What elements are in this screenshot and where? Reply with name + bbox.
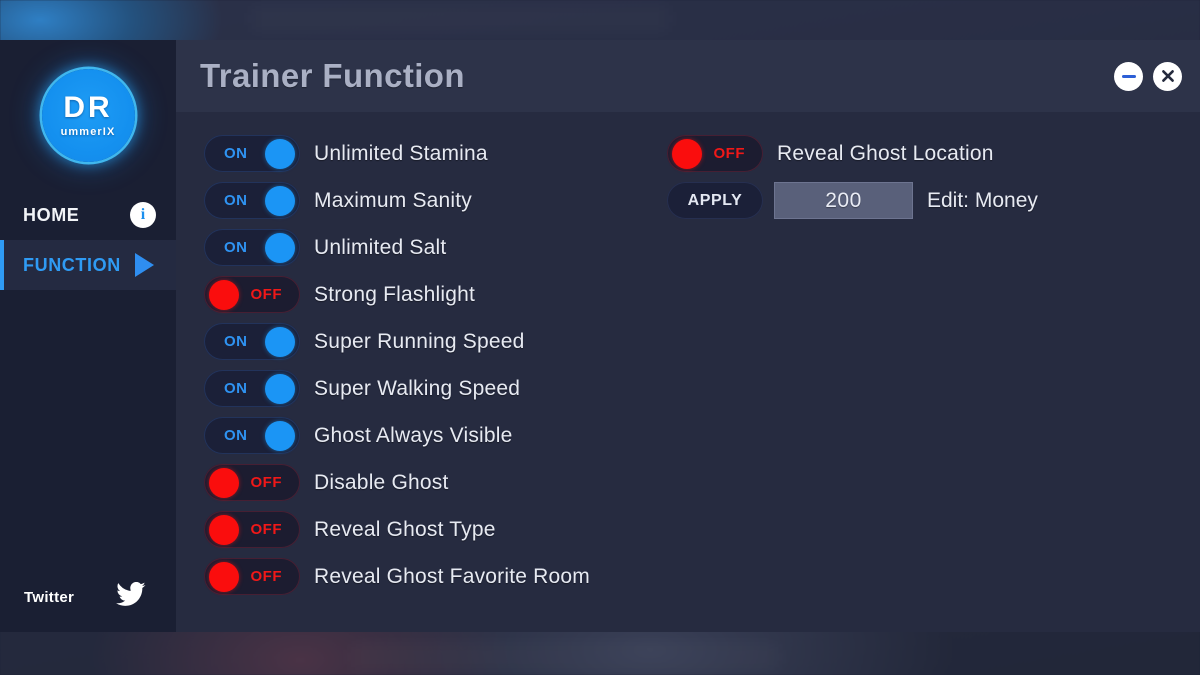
toggle-reveal-ghost-favorite-room[interactable]: OFF	[204, 558, 300, 595]
toggle-state-label: ON	[224, 239, 248, 256]
toggle-unlimited-salt[interactable]: ON	[204, 229, 300, 266]
toggle-maximum-sanity[interactable]: ON	[204, 182, 300, 219]
toggle-row: OFF Disable Ghost	[204, 459, 644, 506]
sidebar-item-function-label: FUNCTION	[23, 254, 121, 275]
toggle-state-label: OFF	[250, 521, 282, 538]
close-button[interactable]	[1153, 61, 1182, 91]
toggle-label: Reveal Ghost Favorite Room	[314, 564, 590, 588]
toggle-row: OFF Reveal Ghost Location	[667, 130, 1038, 177]
toggle-state-label: ON	[224, 427, 248, 444]
toggle-knob	[209, 561, 239, 592]
toggle-knob	[209, 279, 239, 310]
sidebar-item-function[interactable]: FUNCTION	[0, 240, 176, 290]
toggle-super-running-speed[interactable]: ON	[204, 323, 300, 360]
toggle-row: ON Unlimited Salt	[204, 224, 644, 271]
toggle-state-label: ON	[224, 192, 248, 209]
toggle-unlimited-stamina[interactable]: ON	[204, 135, 300, 172]
page-title: Trainer Function	[200, 57, 465, 94]
window-controls	[1114, 61, 1182, 91]
toggle-strong-flashlight[interactable]: OFF	[204, 276, 300, 313]
twitter-icon[interactable]	[116, 581, 146, 612]
twitter-label: Twitter	[24, 588, 75, 606]
toggle-list-right: OFF Reveal Ghost Location APPLY 200 Edit…	[644, 130, 1038, 632]
toggle-label: Ghost Always Visible	[314, 423, 513, 447]
backdrop-blur-smudge	[250, 6, 670, 32]
apply-button[interactable]: APPLY	[667, 182, 763, 219]
money-input[interactable]: 200	[774, 182, 913, 219]
toggle-knob	[265, 373, 295, 404]
toggle-state-label: OFF	[713, 145, 745, 162]
info-icon[interactable]: i	[130, 202, 156, 228]
trainer-window-root: DR ummerIX HOME i FUNCTION Twitter Train…	[0, 0, 1200, 675]
backdrop-blur-smudge	[350, 644, 780, 670]
toggle-list-left: ON Unlimited Stamina ON Maximum Sanity O…	[176, 130, 644, 632]
window-titlebar: Trainer Function	[176, 40, 1200, 112]
toggle-knob	[265, 138, 295, 169]
logo-circle: DR ummerIX	[41, 68, 135, 162]
toggle-knob	[209, 467, 239, 498]
toggle-label: Unlimited Salt	[314, 235, 447, 259]
logo-sub-text: ummerIX	[60, 125, 116, 138]
toggle-state-label: OFF	[250, 286, 282, 303]
sidebar-item-home-label: HOME	[23, 204, 80, 225]
logo-main-text: DR	[63, 90, 113, 124]
toggle-row: OFF Reveal Ghost Favorite Room	[204, 553, 644, 600]
toggle-disable-ghost[interactable]: OFF	[204, 464, 300, 501]
minimize-icon	[1121, 74, 1136, 78]
function-content: ON Unlimited Stamina ON Maximum Sanity O…	[176, 112, 1200, 632]
toggle-state-label: ON	[224, 333, 248, 350]
toggle-state-label: ON	[224, 380, 248, 397]
money-editor-label: Edit: Money	[927, 188, 1038, 212]
toggle-label: Reveal Ghost Location	[777, 141, 994, 165]
toggle-row: ON Unlimited Stamina	[204, 130, 644, 177]
toggle-label: Unlimited Stamina	[314, 141, 488, 165]
toggle-label: Maximum Sanity	[314, 188, 473, 212]
app-logo: DR ummerIX	[0, 40, 176, 190]
toggle-label: Super Running Speed	[314, 329, 525, 353]
sidebar-item-home[interactable]: HOME i	[0, 190, 176, 240]
toggle-row: ON Maximum Sanity	[204, 177, 644, 224]
toggle-row: ON Ghost Always Visible	[204, 412, 644, 459]
toggle-row: ON Super Running Speed	[204, 318, 644, 365]
toggle-label: Strong Flashlight	[314, 282, 475, 306]
toggle-knob	[672, 138, 702, 169]
toggle-state-label: ON	[224, 145, 248, 162]
toggle-row: OFF Reveal Ghost Type	[204, 506, 644, 553]
toggle-label: Reveal Ghost Type	[314, 517, 496, 541]
close-icon	[1161, 70, 1174, 82]
toggle-knob	[209, 514, 239, 545]
sidebar: DR ummerIX HOME i FUNCTION Twitter	[0, 40, 176, 632]
toggle-reveal-ghost-type[interactable]: OFF	[204, 511, 300, 548]
toggle-knob	[265, 326, 295, 357]
toggle-super-walking-speed[interactable]: ON	[204, 370, 300, 407]
sidebar-item-twitter[interactable]: Twitter	[0, 570, 176, 632]
toggle-knob	[265, 185, 295, 216]
toggle-ghost-always-visible[interactable]: ON	[204, 417, 300, 454]
toggle-knob	[265, 420, 295, 451]
play-icon	[135, 253, 154, 277]
toggle-label: Disable Ghost	[314, 470, 449, 494]
minimize-button[interactable]	[1114, 61, 1143, 91]
toggle-row: ON Super Walking Speed	[204, 365, 644, 412]
toggle-label: Super Walking Speed	[314, 376, 521, 400]
trainer-window: DR ummerIX HOME i FUNCTION Twitter Train…	[0, 40, 1200, 632]
sidebar-nav: HOME i FUNCTION	[0, 190, 176, 290]
toggle-reveal-ghost-location[interactable]: OFF	[667, 135, 763, 172]
toggle-state-label: OFF	[250, 568, 282, 585]
toggle-state-label: OFF	[250, 474, 282, 491]
money-editor-row: APPLY 200 Edit: Money	[667, 177, 1038, 224]
main-panel: Trainer Function ON Unlimited Stamina ON…	[176, 40, 1200, 632]
toggle-row: OFF Strong Flashlight	[204, 271, 644, 318]
toggle-knob	[265, 232, 295, 263]
